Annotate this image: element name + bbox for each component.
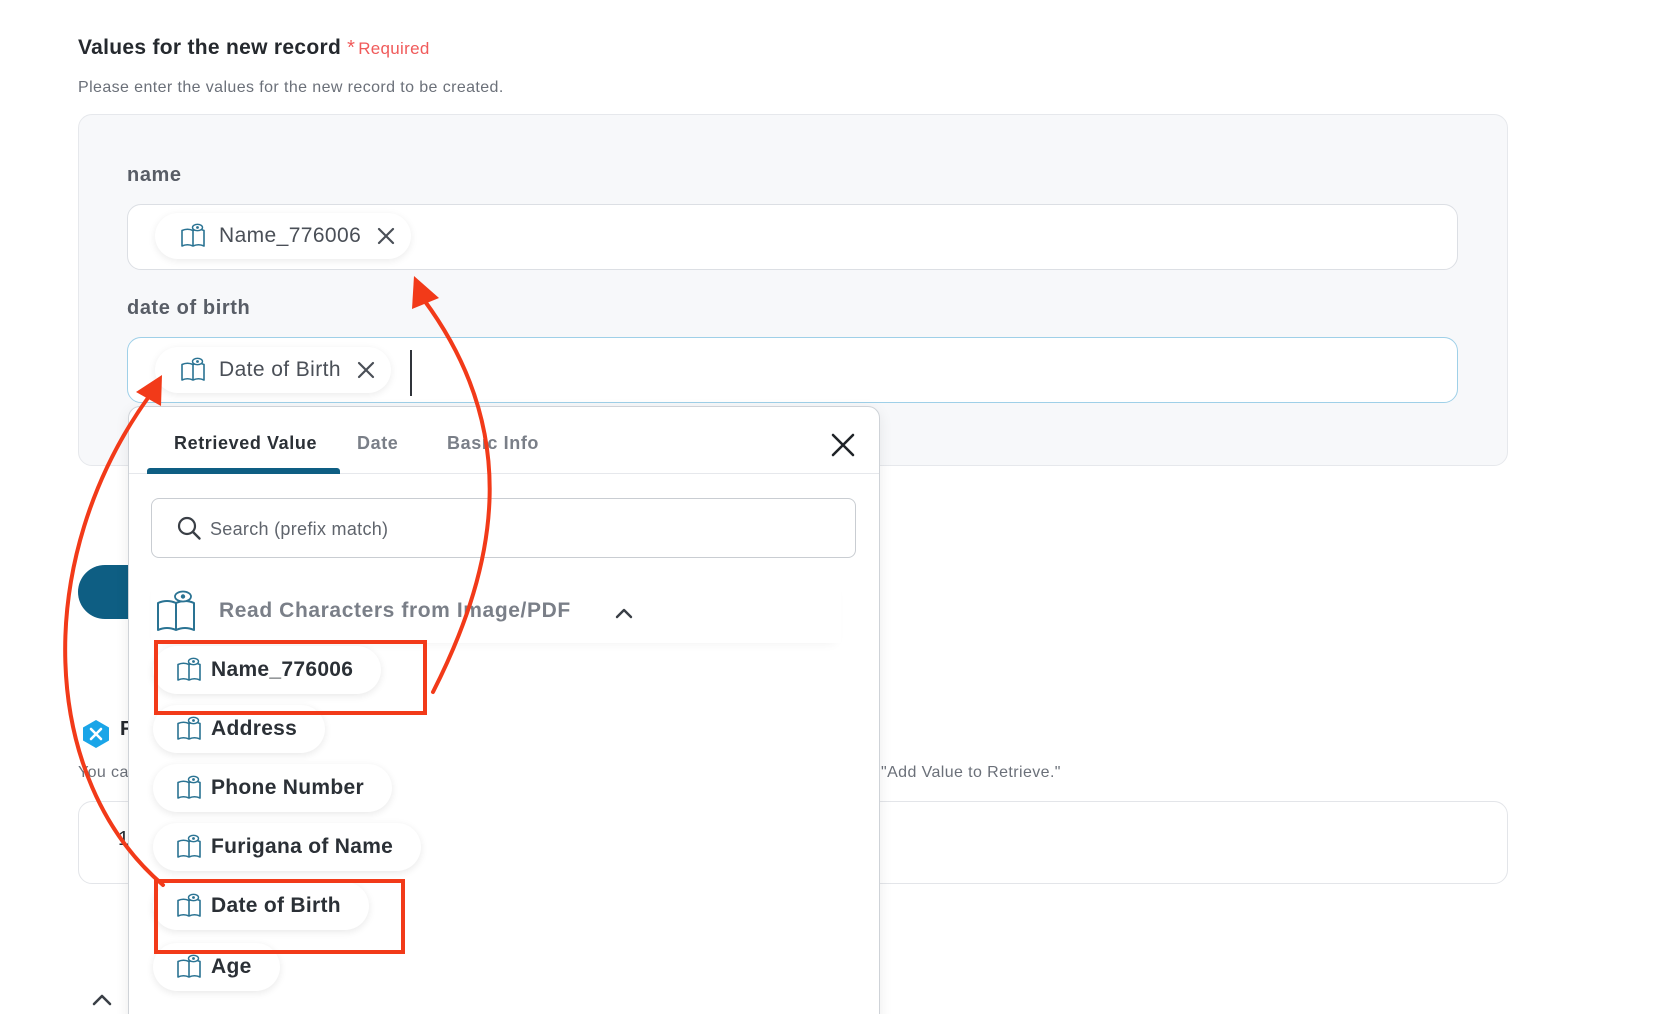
book-eye-icon <box>181 357 205 381</box>
chevron-up-icon[interactable] <box>615 607 633 619</box>
section-title-text: Values for the new record <box>78 36 342 59</box>
search-input[interactable] <box>210 509 830 549</box>
list-item-label: Phone Number <box>211 776 364 799</box>
tab-basic-info[interactable]: Basic Info <box>447 433 539 454</box>
section-description: Please enter the values for the new reco… <box>78 79 504 96</box>
name-value-chip[interactable]: Name_776006 <box>155 213 412 259</box>
chevron-up-icon[interactable] <box>90 992 114 1008</box>
required-indicator: * Required <box>347 37 429 60</box>
book-eye-icon <box>157 590 195 631</box>
search-icon <box>177 516 201 540</box>
tab-date[interactable]: Date <box>357 433 398 454</box>
search-box[interactable] <box>151 498 856 558</box>
close-icon[interactable] <box>355 359 377 381</box>
value-picker-popup: Retrieved Value Date Basic Info Read Cha… <box>128 406 880 1014</box>
section-title: Values for the new record * Required <box>78 36 430 60</box>
name-value-chip-label: Name_776006 <box>219 224 362 247</box>
book-eye-icon <box>177 657 201 681</box>
x-badge-icon <box>83 720 109 748</box>
list-item-label: Furigana of Name <box>211 835 394 858</box>
field-label-date-of-birth: date of birth <box>127 297 251 319</box>
list-item-label: Address <box>211 717 298 740</box>
book-eye-icon <box>177 893 201 917</box>
close-icon[interactable] <box>375 225 397 247</box>
close-icon[interactable] <box>829 431 857 459</box>
list-item-date-of-birth[interactable]: Date of Birth <box>153 882 369 930</box>
list-item-age[interactable]: Age <box>153 943 280 991</box>
background-description-partial: You ca <box>78 764 129 781</box>
date-of-birth-value-chip-label: Date of Birth <box>219 358 341 381</box>
list-item-furigana-of-name[interactable]: Furigana of Name <box>153 823 422 871</box>
list-item-label: Age <box>211 955 252 978</box>
book-eye-icon <box>177 775 201 799</box>
background-description-end: "Add Value to Retrieve." <box>881 764 1061 781</box>
list-item-label: Name_776006 <box>211 658 354 681</box>
book-eye-icon <box>177 834 201 858</box>
required-label: Required <box>358 39 430 58</box>
date-of-birth-value-chip[interactable]: Date of Birth <box>155 347 391 393</box>
popup-tabs: Retrieved Value Date Basic Info <box>129 407 879 474</box>
group-header-read-characters[interactable]: Read Characters from Image/PDF <box>151 579 841 643</box>
text-caret <box>410 350 412 396</box>
book-eye-icon <box>181 223 205 247</box>
group-label: Read Characters from Image/PDF <box>219 599 571 622</box>
book-eye-icon <box>177 954 201 978</box>
list-item-label: Date of Birth <box>211 894 341 917</box>
required-asterisk: * <box>347 37 356 59</box>
list-item-phone-number[interactable]: Phone Number <box>153 764 392 812</box>
field-label-name: name <box>127 164 182 186</box>
list-item-address[interactable]: Address <box>153 705 326 753</box>
list-item-name[interactable]: Name_776006 <box>153 646 382 694</box>
tab-retrieved-value[interactable]: Retrieved Value <box>174 433 317 454</box>
active-tab-indicator <box>147 468 340 474</box>
book-eye-icon <box>177 716 201 740</box>
